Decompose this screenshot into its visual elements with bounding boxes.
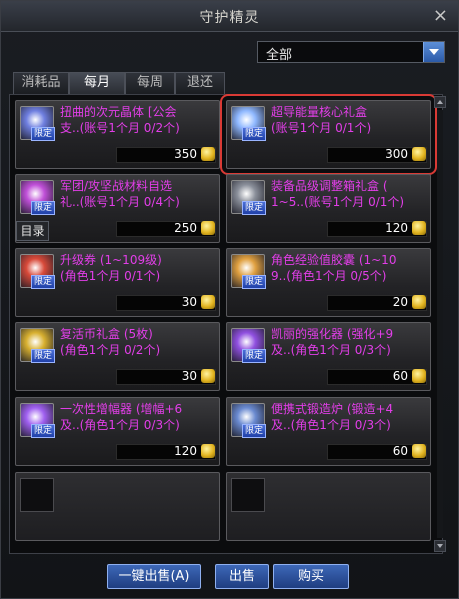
- tab-consumables[interactable]: 消耗品: [13, 72, 69, 94]
- item-name: 装备品级调整箱礼盒 (: [271, 179, 388, 193]
- item-card[interactable]: 限定 便携式锻造炉 (锻造+4 及..(角色1个月 0/3个) 60: [226, 397, 431, 466]
- item-purchase-limit: 9..(角色1个月 0/5个): [271, 269, 387, 283]
- item-purchase-limit: 及..(角色1个月 0/3个): [271, 418, 391, 432]
- scroll-track[interactable]: [437, 110, 443, 538]
- limited-badge: 限定: [242, 201, 266, 215]
- item-price: 120: [174, 444, 197, 458]
- item-purchase-limit: 礼..(账号1个月 0/4个): [60, 195, 180, 209]
- item-purchase-limit: 支..(账号1个月 0/2个): [60, 121, 180, 135]
- chevron-down-icon[interactable]: [423, 42, 444, 62]
- item-purchase-limit: (角色1个月 0/1个): [60, 269, 161, 283]
- scroll-down-icon[interactable]: [434, 540, 446, 552]
- tab-weekly[interactable]: 每周: [125, 72, 175, 94]
- empty-item-slot: [226, 472, 431, 541]
- sell-button[interactable]: 出售: [215, 564, 269, 589]
- energy-core-box-icon[interactable]: 限定: [231, 106, 266, 141]
- limited-badge: 限定: [31, 127, 55, 141]
- item-card[interactable]: 限定 升级券 (1~109级) (角色1个月 0/1个) 30: [15, 248, 220, 317]
- category-filter-value: 全部: [266, 48, 293, 63]
- item-name: 便携式锻造炉 (锻造+4: [271, 402, 394, 416]
- gold-coin-icon: [412, 295, 426, 309]
- item-name: 军团/攻坚战材料自选: [60, 179, 173, 193]
- item-price: 120: [385, 221, 408, 235]
- gold-coin-icon: [201, 221, 215, 235]
- limited-badge: 限定: [31, 201, 55, 215]
- item-price: 30: [181, 369, 197, 383]
- item-purchase-limit: (账号1个月 0/1个): [271, 121, 372, 135]
- item-name: 复活币礼盒 (5枚): [60, 327, 153, 341]
- gold-coin-icon: [412, 147, 426, 161]
- item-name: 凯丽的强化器 (强化+9: [271, 327, 394, 341]
- limited-badge: 限定: [31, 424, 55, 438]
- item-price: 20: [392, 295, 408, 309]
- gold-coin-icon: [201, 147, 215, 161]
- enhancer-icon[interactable]: 限定: [231, 328, 266, 363]
- scroll-up-icon[interactable]: [434, 96, 446, 108]
- item-price: 250: [174, 221, 197, 235]
- item-name: 角色经验值胶囊 (1~10: [271, 253, 397, 267]
- equipment-box-icon[interactable]: 限定: [231, 180, 266, 215]
- limited-badge: 限定: [31, 349, 55, 363]
- item-card[interactable]: 限定 一次性增幅器 (增幅+6 及..(角色1个月 0/3个) 120: [15, 397, 220, 466]
- empty-icon-slot: [231, 478, 265, 512]
- tab-refund[interactable]: 退还: [175, 72, 225, 94]
- item-card[interactable]: 限定 装备品级调整箱礼盒 ( 1~5..(账号1个月 0/1个) 120: [226, 174, 431, 243]
- limited-badge: 限定: [242, 275, 266, 289]
- item-purchase-limit: 1~5..(账号1个月 0/1个): [271, 195, 405, 209]
- item-price: 60: [392, 444, 408, 458]
- buy-button[interactable]: 购买: [273, 564, 349, 589]
- item-card[interactable]: 限定 扭曲的次元晶体 [公会 支..(账号1个月 0/2个) 350: [15, 100, 220, 169]
- gold-coin-icon: [201, 444, 215, 458]
- scrollbar[interactable]: [433, 94, 447, 554]
- item-purchase-limit: 及..(角色1个月 0/3个): [271, 343, 391, 357]
- amplifier-icon[interactable]: 限定: [20, 403, 55, 438]
- item-price: 60: [392, 369, 408, 383]
- item-card[interactable]: 限定 凯丽的强化器 (强化+9 及..(角色1个月 0/3个) 60: [226, 322, 431, 391]
- crystal-box-icon[interactable]: 限定: [20, 106, 55, 141]
- item-card[interactable]: 限定 超导能量核心礼盒 (账号1个月 0/1个) 300: [220, 94, 437, 175]
- revive-coin-icon[interactable]: 限定: [20, 328, 55, 363]
- item-name: 升级券 (1~109级): [60, 253, 162, 267]
- limited-badge: 限定: [242, 349, 266, 363]
- item-purchase-limit: (角色1个月 0/2个): [60, 343, 161, 357]
- item-price: 350: [174, 147, 197, 161]
- limited-badge: 限定: [242, 424, 266, 438]
- catalog-tag[interactable]: 目录: [16, 221, 49, 241]
- gold-coin-icon: [412, 369, 426, 383]
- window-title: 守护精灵: [199, 10, 260, 26]
- item-card[interactable]: 限定 角色经验值胶囊 (1~10 9..(角色1个月 0/5个) 20: [226, 248, 431, 317]
- level-ticket-icon[interactable]: 限定: [20, 254, 55, 289]
- tab-monthly[interactable]: 每月: [69, 72, 125, 94]
- sell-all-button[interactable]: 一键出售(A): [107, 564, 201, 589]
- gold-coin-icon: [412, 221, 426, 235]
- limited-badge: 限定: [31, 275, 55, 289]
- item-price: 300: [385, 147, 408, 161]
- close-icon[interactable]: ×: [433, 5, 448, 26]
- material-box-icon[interactable]: 限定: [20, 180, 55, 215]
- item-purchase-limit: 及..(角色1个月 0/3个): [60, 418, 180, 432]
- category-filter-dropdown[interactable]: 全部: [257, 41, 445, 63]
- item-name: 超导能量核心礼盒: [271, 105, 368, 119]
- item-card[interactable]: 限定 复活币礼盒 (5枚) (角色1个月 0/2个) 30: [15, 322, 220, 391]
- item-name: 扭曲的次元晶体 [公会: [60, 105, 177, 119]
- item-name: 一次性增幅器 (增幅+6: [60, 402, 183, 416]
- title-bar[interactable]: 守护精灵 ×: [1, 1, 458, 32]
- empty-item-slot: [15, 472, 220, 541]
- limited-badge: 限定: [242, 127, 266, 141]
- exp-capsule-icon[interactable]: 限定: [231, 254, 266, 289]
- gold-coin-icon: [201, 295, 215, 309]
- gold-coin-icon: [201, 369, 215, 383]
- empty-icon-slot: [20, 478, 54, 512]
- gold-coin-icon: [412, 444, 426, 458]
- forge-icon[interactable]: 限定: [231, 403, 266, 438]
- item-price: 30: [181, 295, 197, 309]
- guardian-spirit-shop-window: 守护精灵 × 全部 消耗品 每月 每周 退还 限定 扭曲的次元晶体 [公会 支..(…: [0, 0, 459, 599]
